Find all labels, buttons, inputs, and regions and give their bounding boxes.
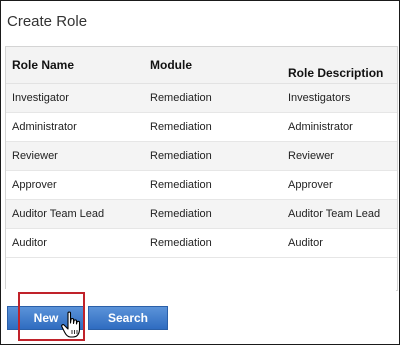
- cell-module: Remediation: [144, 199, 282, 229]
- cell-module: Remediation: [144, 228, 282, 258]
- cell-role-description: Administrator: [282, 112, 397, 142]
- table-row[interactable]: Investigator Remediation Investigators: [6, 83, 397, 113]
- table-header-row: Role Name Module Role Description: [6, 47, 397, 84]
- page-title: Create Role: [7, 13, 88, 30]
- roles-table-container: Role Name Module Role Description Invest…: [5, 46, 398, 291]
- create-role-panel: Create Role Role Name Module Role Descri…: [0, 0, 400, 345]
- cell-role-name: Reviewer: [6, 141, 144, 171]
- cell-role-name: Approver: [6, 170, 144, 200]
- table-row[interactable]: Reviewer Remediation Reviewer: [6, 141, 397, 171]
- table-row[interactable]: Administrator Remediation Administrator: [6, 112, 397, 142]
- cell-role-name: Investigator: [6, 83, 144, 113]
- column-header-module[interactable]: Module: [144, 47, 282, 84]
- cell-module: Remediation: [144, 170, 282, 200]
- roles-table: Role Name Module Role Description Invest…: [6, 47, 397, 258]
- table-row[interactable]: Approver Remediation Approver: [6, 170, 397, 200]
- cell-role-description: Auditor: [282, 228, 397, 258]
- cell-role-description: Approver: [282, 170, 397, 200]
- cell-module: Remediation: [144, 141, 282, 171]
- hand-pointer-icon: [61, 311, 81, 338]
- cell-role-name: Auditor Team Lead: [6, 199, 144, 229]
- cell-role-description: Reviewer: [282, 141, 397, 171]
- cell-role-description: Investigators: [282, 83, 397, 113]
- cell-role-name: Auditor: [6, 228, 144, 258]
- cell-role-description: Auditor Team Lead: [282, 199, 397, 229]
- cell-role-name: Administrator: [6, 112, 144, 142]
- column-header-role-name[interactable]: Role Name: [6, 47, 144, 84]
- cell-module: Remediation: [144, 112, 282, 142]
- table-row[interactable]: Auditor Team Lead Remediation Auditor Te…: [6, 199, 397, 229]
- search-button[interactable]: Search: [88, 306, 168, 330]
- column-header-role-description[interactable]: Role Description: [282, 47, 397, 84]
- cell-module: Remediation: [144, 83, 282, 113]
- table-row[interactable]: Auditor Remediation Auditor: [6, 228, 397, 258]
